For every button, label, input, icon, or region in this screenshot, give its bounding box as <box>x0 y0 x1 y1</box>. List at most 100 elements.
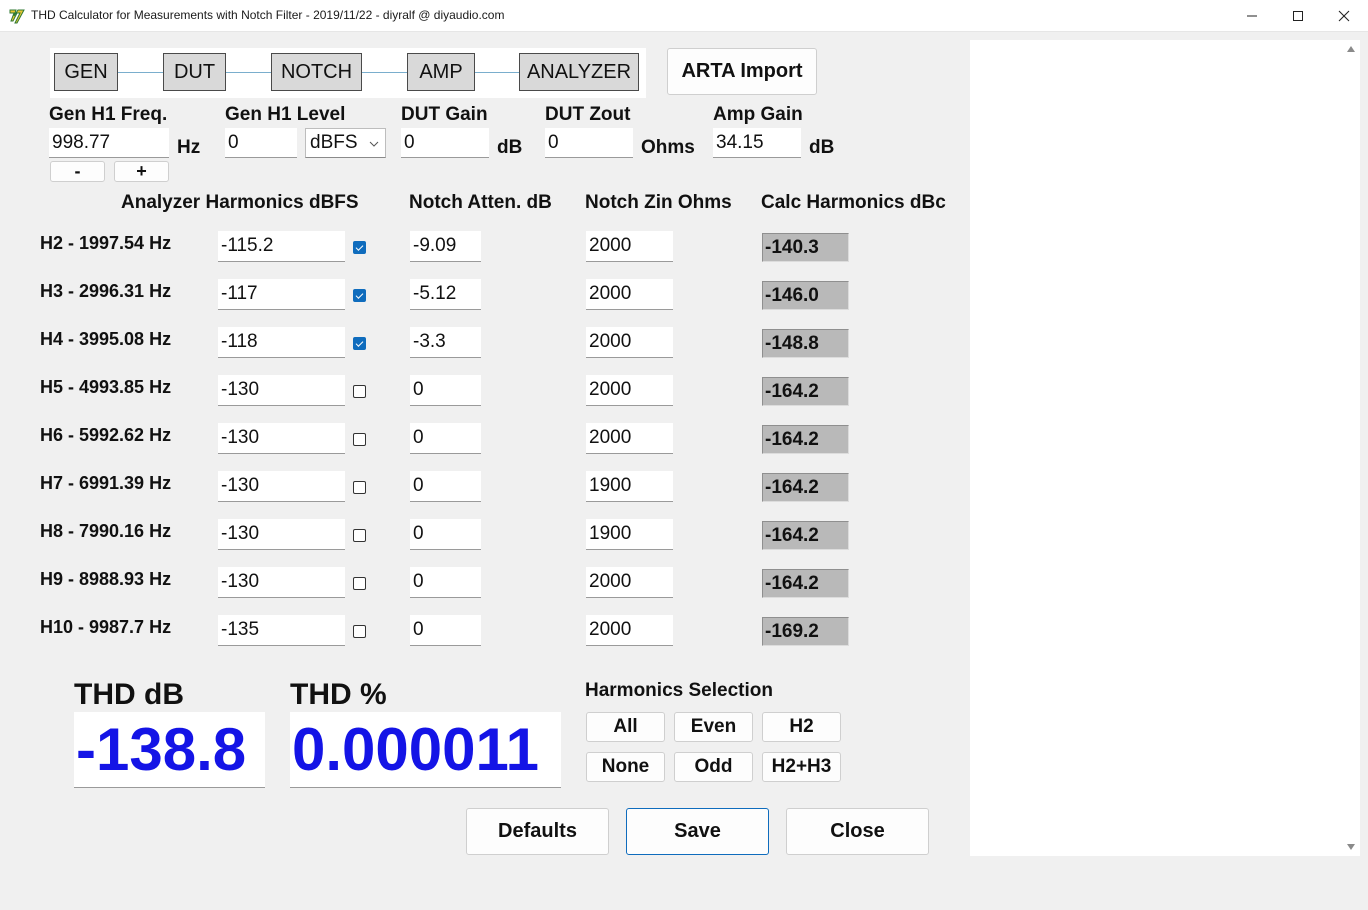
thd-db-label: THD dB <box>74 678 184 711</box>
notch-atten-input[interactable]: 0 <box>410 567 481 598</box>
select-even-button[interactable]: Even <box>674 712 753 742</box>
minimize-button[interactable] <box>1229 0 1275 32</box>
notch-zin-input[interactable]: 2000 <box>586 279 673 310</box>
flow-box-notch[interactable]: NOTCH <box>271 53 362 91</box>
notch-atten-input[interactable]: 0 <box>410 471 481 502</box>
gen-level-unit-select[interactable]: dBFS <box>305 128 386 158</box>
title-bar[interactable]: THD Calculator for Measurements with Not… <box>0 0 1368 32</box>
freq-increment-button[interactable]: + <box>114 161 169 182</box>
notch-zin-input[interactable]: 2000 <box>586 615 673 646</box>
notch-zin-input[interactable]: 2000 <box>586 231 673 262</box>
save-button[interactable]: Save <box>626 808 769 855</box>
harmonic-row-label: H6 - 5992.62 Hz <box>40 425 172 445</box>
harmonic-row-label: H10 - 9987.7 Hz <box>40 617 172 637</box>
notch-zin-input[interactable]: 2000 <box>586 567 673 598</box>
harmonics-selection-title: Harmonics Selection <box>585 680 773 701</box>
flow-box-amp[interactable]: AMP <box>407 53 475 91</box>
freq-decrement-button[interactable]: - <box>50 161 105 182</box>
dut-zout-input[interactable]: 0 <box>545 128 633 158</box>
graph-panel <box>970 40 1342 856</box>
notch-zin-input[interactable]: 2000 <box>586 327 673 358</box>
gen-level-input[interactable]: 0 <box>225 128 297 158</box>
select-h2-button[interactable]: H2 <box>762 712 841 742</box>
analyzer-level-input[interactable]: -130 <box>218 567 345 598</box>
dut-zout-label: DUT Zout <box>545 104 631 125</box>
amp-gain-unit: dB <box>809 137 835 158</box>
thd-db-value: -138.8 <box>74 712 265 788</box>
harmonic-row-label: H9 - 8988.93 Hz <box>40 569 172 589</box>
harmonic-row-label: H3 - 2996.31 Hz <box>40 281 172 301</box>
select-none-button[interactable]: None <box>586 752 665 782</box>
notch-enable-checkbox[interactable] <box>353 625 366 638</box>
analyzer-level-input[interactable]: -115.2 <box>218 231 345 262</box>
notch-enable-checkbox[interactable] <box>353 385 366 398</box>
dut-gain-unit: dB <box>497 137 523 158</box>
notch-zin-input[interactable]: 1900 <box>586 519 673 550</box>
amp-gain-label: Amp Gain <box>713 104 803 125</box>
scroll-down-icon[interactable] <box>1347 844 1355 850</box>
notch-zin-header: Notch Zin Ohms <box>585 192 732 213</box>
analyzer-level-input[interactable]: -135 <box>218 615 345 646</box>
harmonic-row-label: H2 - 1997.54 Hz <box>40 233 172 253</box>
gen-level-label: Gen H1 Level <box>225 104 346 125</box>
notch-atten-input[interactable]: 0 <box>410 423 481 454</box>
calc-harmonic-value: -148.8 <box>762 329 849 358</box>
arta-import-button[interactable]: ARTA Import <box>667 48 817 95</box>
signal-flow-panel: GEN DUT NOTCH AMP ANALYZER <box>50 48 646 98</box>
notch-atten-input[interactable]: 0 <box>410 615 481 646</box>
analyzer-level-input[interactable]: -117 <box>218 279 345 310</box>
notch-atten-input[interactable]: -3.3 <box>410 327 481 358</box>
analyzer-level-input[interactable]: -130 <box>218 375 345 406</box>
notch-atten-input[interactable]: -9.09 <box>410 231 481 262</box>
amp-gain-input[interactable]: 34.15 <box>713 128 801 158</box>
notch-enable-checkbox[interactable] <box>353 481 366 494</box>
gen-freq-input[interactable]: 998.77 <box>49 128 169 158</box>
close-window-button[interactable] <box>1321 0 1367 32</box>
flow-box-gen[interactable]: GEN <box>54 53 118 91</box>
chevron-down-icon <box>369 141 379 147</box>
window-title: THD Calculator for Measurements with Not… <box>31 8 505 22</box>
notch-enable-checkbox[interactable] <box>353 529 366 542</box>
notch-atten-input[interactable]: -5.12 <box>410 279 481 310</box>
calc-harmonic-value: -146.0 <box>762 281 849 310</box>
select-all-button[interactable]: All <box>586 712 665 742</box>
analyzer-level-input[interactable]: -118 <box>218 327 345 358</box>
maximize-button[interactable] <box>1275 0 1321 32</box>
maximize-icon <box>1293 11 1303 21</box>
calc-harmonic-value: -164.2 <box>762 425 849 454</box>
select-odd-button[interactable]: Odd <box>674 752 753 782</box>
calc-harmonic-value: -169.2 <box>762 617 849 646</box>
vertical-scrollbar[interactable] <box>1342 40 1360 856</box>
analyzer-level-input[interactable]: -130 <box>218 519 345 550</box>
dut-zout-unit: Ohms <box>641 137 695 158</box>
close-button[interactable]: Close <box>786 808 929 855</box>
notch-enable-checkbox[interactable] <box>353 577 366 590</box>
thd-percent-label: THD % <box>290 678 387 711</box>
analyzer-level-input[interactable]: -130 <box>218 423 345 454</box>
select-h2-h3-button[interactable]: H2+H3 <box>762 752 841 782</box>
gen-freq-label: Gen H1 Freq. <box>49 104 168 125</box>
harmonic-row-label: H4 - 3995.08 Hz <box>40 329 172 349</box>
notch-enable-checkbox[interactable] <box>353 241 366 254</box>
close-icon <box>1338 10 1350 22</box>
notch-zin-input[interactable]: 2000 <box>586 423 673 454</box>
calc-harmonics-header: Calc Harmonics dBc <box>761 192 946 213</box>
calc-harmonic-value: -140.3 <box>762 233 849 262</box>
notch-zin-input[interactable]: 2000 <box>586 375 673 406</box>
notch-enable-checkbox[interactable] <box>353 337 366 350</box>
app-icon <box>8 7 26 25</box>
notch-enable-checkbox[interactable] <box>353 433 366 446</box>
harmonic-row-label: H7 - 6991.39 Hz <box>40 473 172 493</box>
notch-atten-input[interactable]: 0 <box>410 519 481 550</box>
defaults-button[interactable]: Defaults <box>466 808 609 855</box>
dut-gain-input[interactable]: 0 <box>401 128 489 158</box>
notch-atten-input[interactable]: 0 <box>410 375 481 406</box>
flow-box-analyzer[interactable]: ANALYZER <box>519 53 639 91</box>
scroll-up-icon[interactable] <box>1347 46 1355 52</box>
flow-box-dut[interactable]: DUT <box>163 53 226 91</box>
notch-enable-checkbox[interactable] <box>353 289 366 302</box>
analyzer-level-input[interactable]: -130 <box>218 471 345 502</box>
calc-harmonic-value: -164.2 <box>762 521 849 550</box>
notch-zin-input[interactable]: 1900 <box>586 471 673 502</box>
calc-harmonic-value: -164.2 <box>762 377 849 406</box>
